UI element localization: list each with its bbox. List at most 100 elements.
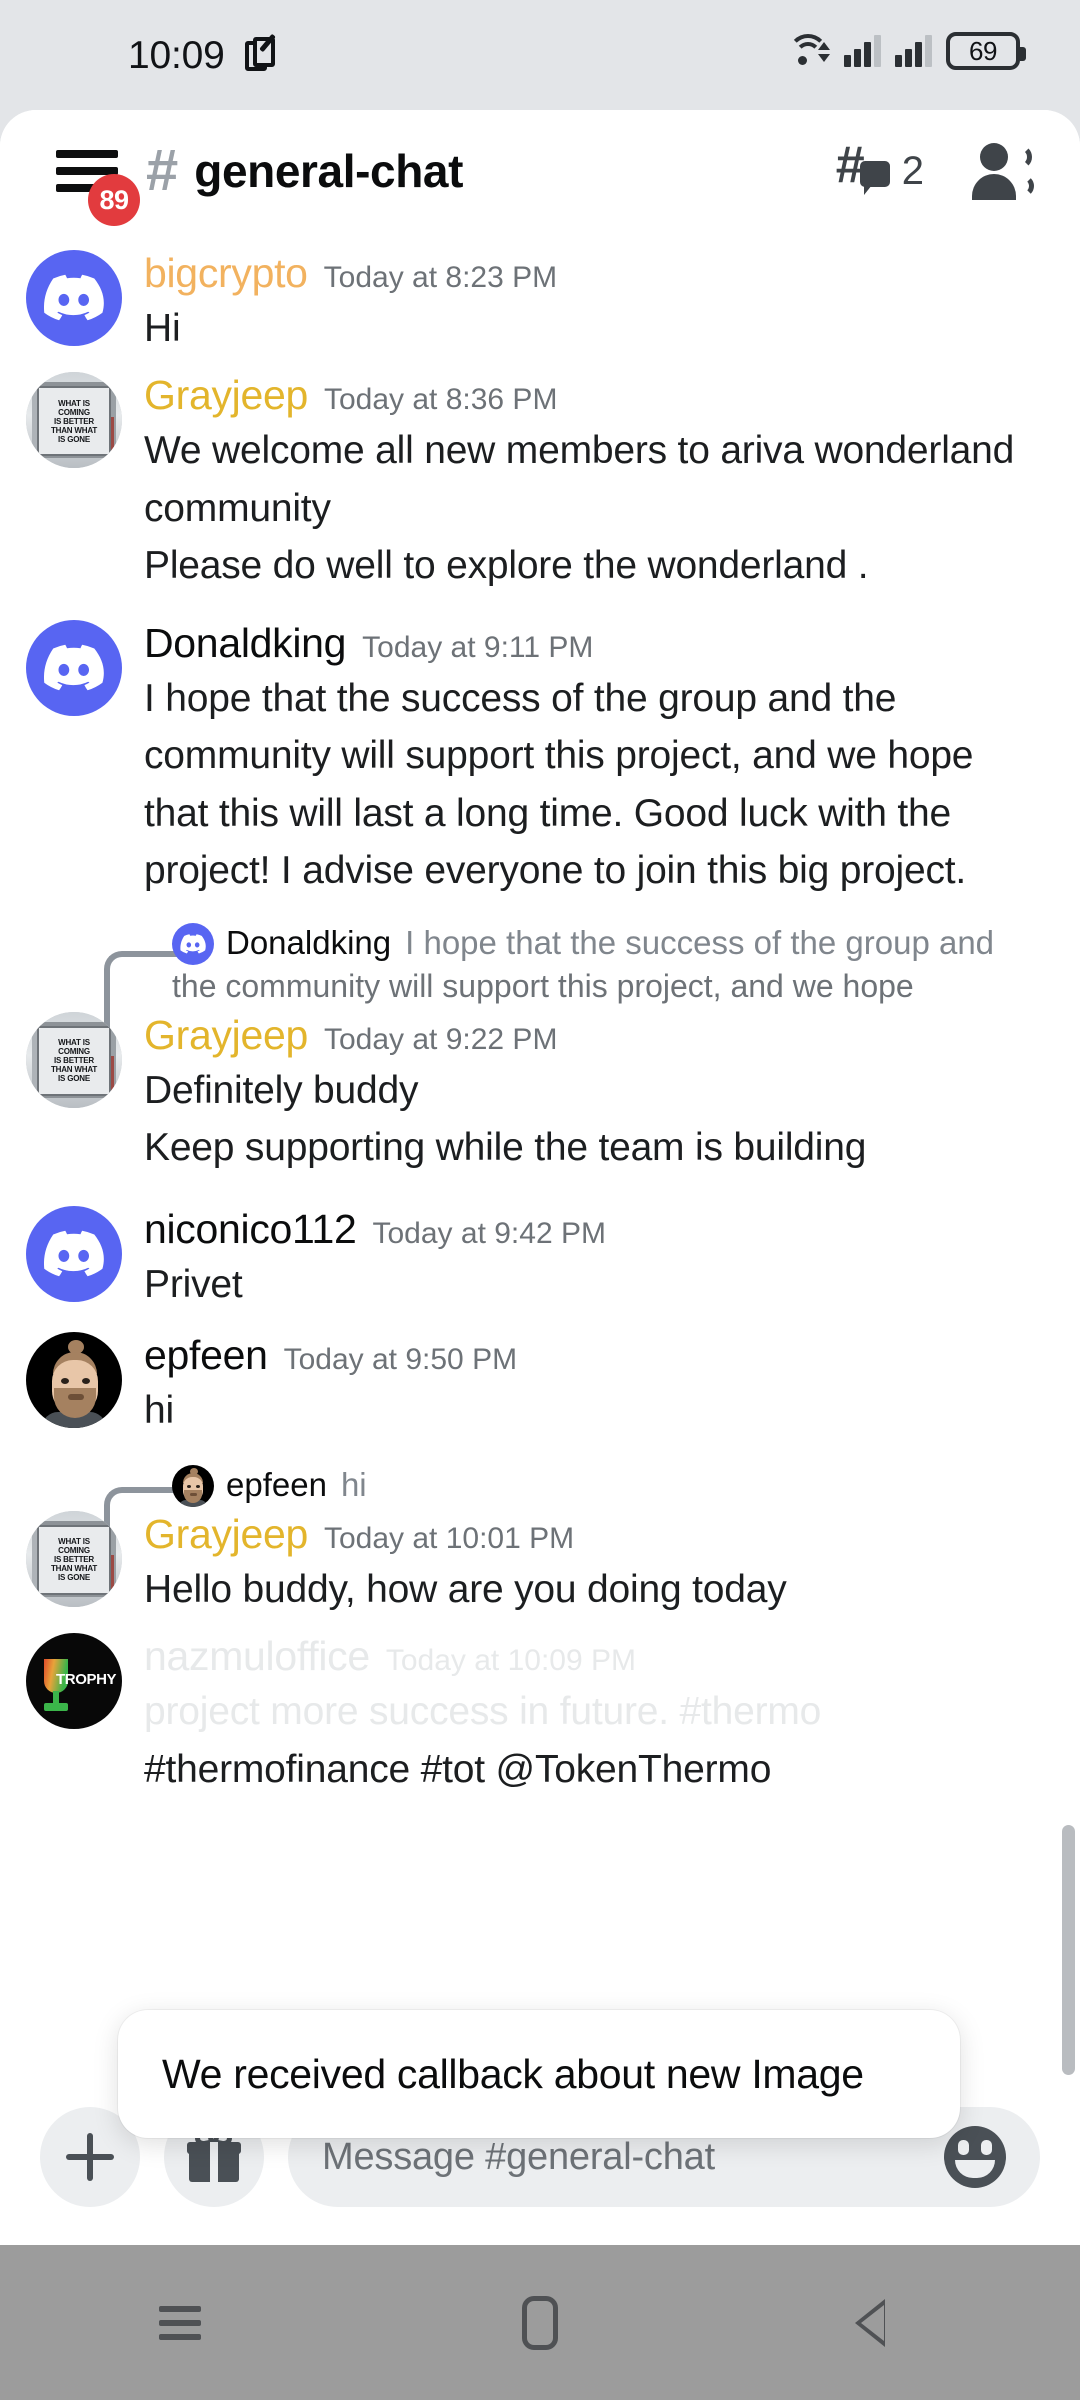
gift-icon: [187, 2128, 241, 2184]
status-bar-clock: 10:09: [128, 34, 225, 77]
menu-button[interactable]: 89: [52, 136, 140, 226]
reply-quote[interactable]: Donaldking I hope that the success of the…: [26, 921, 1040, 1047]
message-author[interactable]: Grayjeep: [144, 372, 308, 419]
message-author[interactable]: epfeen: [144, 1332, 268, 1379]
message-text-line: I hope that the success of the group and…: [144, 676, 897, 720]
message-header: niconico112 Today at 9:42 PM: [144, 1206, 1040, 1253]
recents-button[interactable]: [120, 2283, 240, 2363]
reply-snippet-continued: the community will support this project,…: [172, 967, 914, 1004]
battery-level: 69: [969, 35, 997, 66]
threads-icon: #: [836, 139, 894, 199]
message-item[interactable]: bigcrypto Today at 8:23 PM Hi: [0, 250, 1080, 354]
message-text-line: Definitely buddy: [144, 1068, 419, 1112]
sign-line: COMING: [58, 407, 90, 417]
message-author[interactable]: niconico112: [144, 1206, 357, 1253]
message-body: Grayjeep Today at 9:22 PM Definitely bud…: [144, 1012, 1040, 1174]
threads-count: 2: [901, 148, 924, 193]
message-header: Grayjeep Today at 10:01 PM: [144, 1511, 1040, 1558]
message-timestamp: Today at 10:09 PM: [385, 1644, 636, 1678]
sign-line: COMING: [58, 1546, 90, 1556]
avatar[interactable]: WHAT IS COMING IS BETTER THAN WHAT IS GO…: [26, 1011, 122, 1108]
members-icon[interactable]: [970, 141, 1034, 201]
reply-author: epfeen: [226, 1465, 327, 1503]
message-list[interactable]: bigcrypto Today at 8:23 PM Hi WHAT IS CO…: [0, 232, 1080, 2112]
toast-notification[interactable]: We received callback about new Image: [118, 2010, 960, 2138]
message-text-line: Hello buddy, how are you doing today: [144, 1567, 787, 1611]
message-item[interactable]: niconico112 Today at 9:42 PM Privet: [0, 1205, 1080, 1310]
scrollbar-thumb[interactable]: [1062, 1825, 1075, 2075]
sign-line: THAN WHAT: [50, 425, 98, 435]
reply-reference[interactable]: epfeen hi: [0, 1463, 1080, 1547]
message-input-placeholder: Message #general-chat: [322, 2135, 715, 2178]
trophy-label: TROPHY: [56, 1671, 117, 1689]
sign-line: WHAT IS: [58, 1537, 90, 1547]
avatar[interactable]: WHAT IS COMING IS BETTER THAN WHAT IS GO…: [26, 372, 122, 469]
avatar[interactable]: [26, 1205, 122, 1302]
sign-line: IS BETTER: [54, 1056, 94, 1066]
message-header: Donaldking Today at 9:11 PM: [144, 620, 1040, 667]
message-header: Grayjeep Today at 9:22 PM: [144, 1012, 1040, 1059]
reply-quote[interactable]: epfeen hi: [26, 1463, 1040, 1547]
sign-line: IS GONE: [58, 1573, 90, 1583]
message-body: Donaldking Today at 9:11 PM I hope that …: [144, 620, 1040, 897]
sign-line: IS BETTER: [54, 1555, 94, 1565]
message-item[interactable]: WHAT IS COMING IS BETTER THAN WHAT IS GO…: [0, 372, 1080, 591]
avatar[interactable]: [26, 250, 122, 346]
page-title: general-chat: [194, 145, 463, 197]
avatar[interactable]: [26, 1332, 122, 1429]
message-header: epfeen Today at 9:50 PM: [144, 1332, 1040, 1379]
message-text-line: Hi: [144, 307, 181, 350]
message-author[interactable]: Donaldking: [144, 620, 346, 667]
avatar[interactable]: TROPHY: [26, 1633, 122, 1730]
message-timestamp: Today at 9:22 PM: [323, 1022, 558, 1056]
message-item[interactable]: TROPHY nazmuloffice Today at 10:09 PM pr…: [0, 1633, 1080, 1795]
message-text-line: Please do well to explore the wonderland…: [144, 544, 869, 588]
recents-icon: [159, 2303, 201, 2343]
message-timestamp: Today at 9:11 PM: [362, 630, 594, 664]
message-header: Grayjeep Today at 8:36 PM: [144, 372, 1040, 419]
message-author[interactable]: Grayjeep: [144, 1511, 308, 1558]
sign-line: IS BETTER: [54, 416, 94, 426]
cellular-signal-icon-1: [844, 35, 881, 67]
discord-app: 89 # general-chat # 2 bigcrypto Today at…: [0, 110, 1080, 2245]
avatar[interactable]: [26, 619, 122, 716]
message-body: epfeen Today at 9:50 PM hi: [144, 1332, 1040, 1436]
message-author[interactable]: nazmuloffice: [144, 1633, 370, 1680]
note-edit-icon: [244, 33, 279, 75]
status-bar-left: 10:09: [128, 33, 279, 78]
message-timestamp: Today at 9:42 PM: [372, 1216, 606, 1250]
reply-snippet: I hope that the success of the group and: [405, 923, 995, 961]
home-icon: [522, 2295, 558, 2350]
unread-badge: 89: [88, 174, 140, 226]
reply-reference[interactable]: Donaldking I hope that the success of the…: [0, 921, 1080, 1047]
message-item[interactable]: epfeen Today at 9:50 PM hi: [0, 1332, 1080, 1436]
message-item[interactable]: Donaldking Today at 9:11 PM I hope that …: [0, 619, 1080, 897]
emoji-icon[interactable]: [944, 2126, 1006, 2188]
toast-message: We received callback about new Image: [162, 2050, 864, 2097]
message-text-line: community will support this project, and…: [144, 734, 974, 778]
message-text-line: hi: [144, 1389, 174, 1433]
message-text-line: We welcome all new members to ariva wond…: [144, 429, 1015, 473]
home-button[interactable]: [480, 2283, 600, 2363]
message-header: bigcrypto Today at 8:23 PM: [144, 250, 1040, 297]
message-item[interactable]: WHAT IS COMING IS BETTER THAN WHAT IS GO…: [0, 1510, 1080, 1615]
android-nav-bar: [0, 2245, 1080, 2400]
message-item[interactable]: WHAT IS COMING IS BETTER THAN WHAT IS GO…: [0, 1011, 1080, 1174]
message-text-line: project! I advise everyone to join this …: [144, 849, 967, 893]
message-text-line: community: [144, 486, 331, 530]
message-body: Grayjeep Today at 10:01 PM Hello buddy, …: [144, 1511, 1040, 1615]
back-button[interactable]: [840, 2283, 960, 2363]
message-timestamp: Today at 10:01 PM: [323, 1521, 575, 1555]
sign-line: WHAT IS: [58, 1038, 90, 1048]
message-body: niconico112 Today at 9:42 PM Privet: [144, 1206, 1040, 1310]
message-author[interactable]: bigcrypto: [144, 250, 308, 297]
cellular-signal-icon-2: [895, 35, 932, 67]
message-author[interactable]: Grayjeep: [144, 1012, 308, 1059]
threads-button[interactable]: # 2: [836, 139, 924, 199]
sign-line: WHAT IS: [58, 398, 90, 408]
avatar[interactable]: WHAT IS COMING IS BETTER THAN WHAT IS GO…: [26, 1510, 122, 1607]
phone-screen: 10:09 69 89 # general-chat # 2 bigcrypto…: [0, 0, 1080, 2400]
sign-line: THAN WHAT: [50, 1564, 98, 1574]
reply-snippet: hi: [340, 1465, 367, 1503]
message-timestamp: Today at 9:50 PM: [283, 1343, 518, 1377]
